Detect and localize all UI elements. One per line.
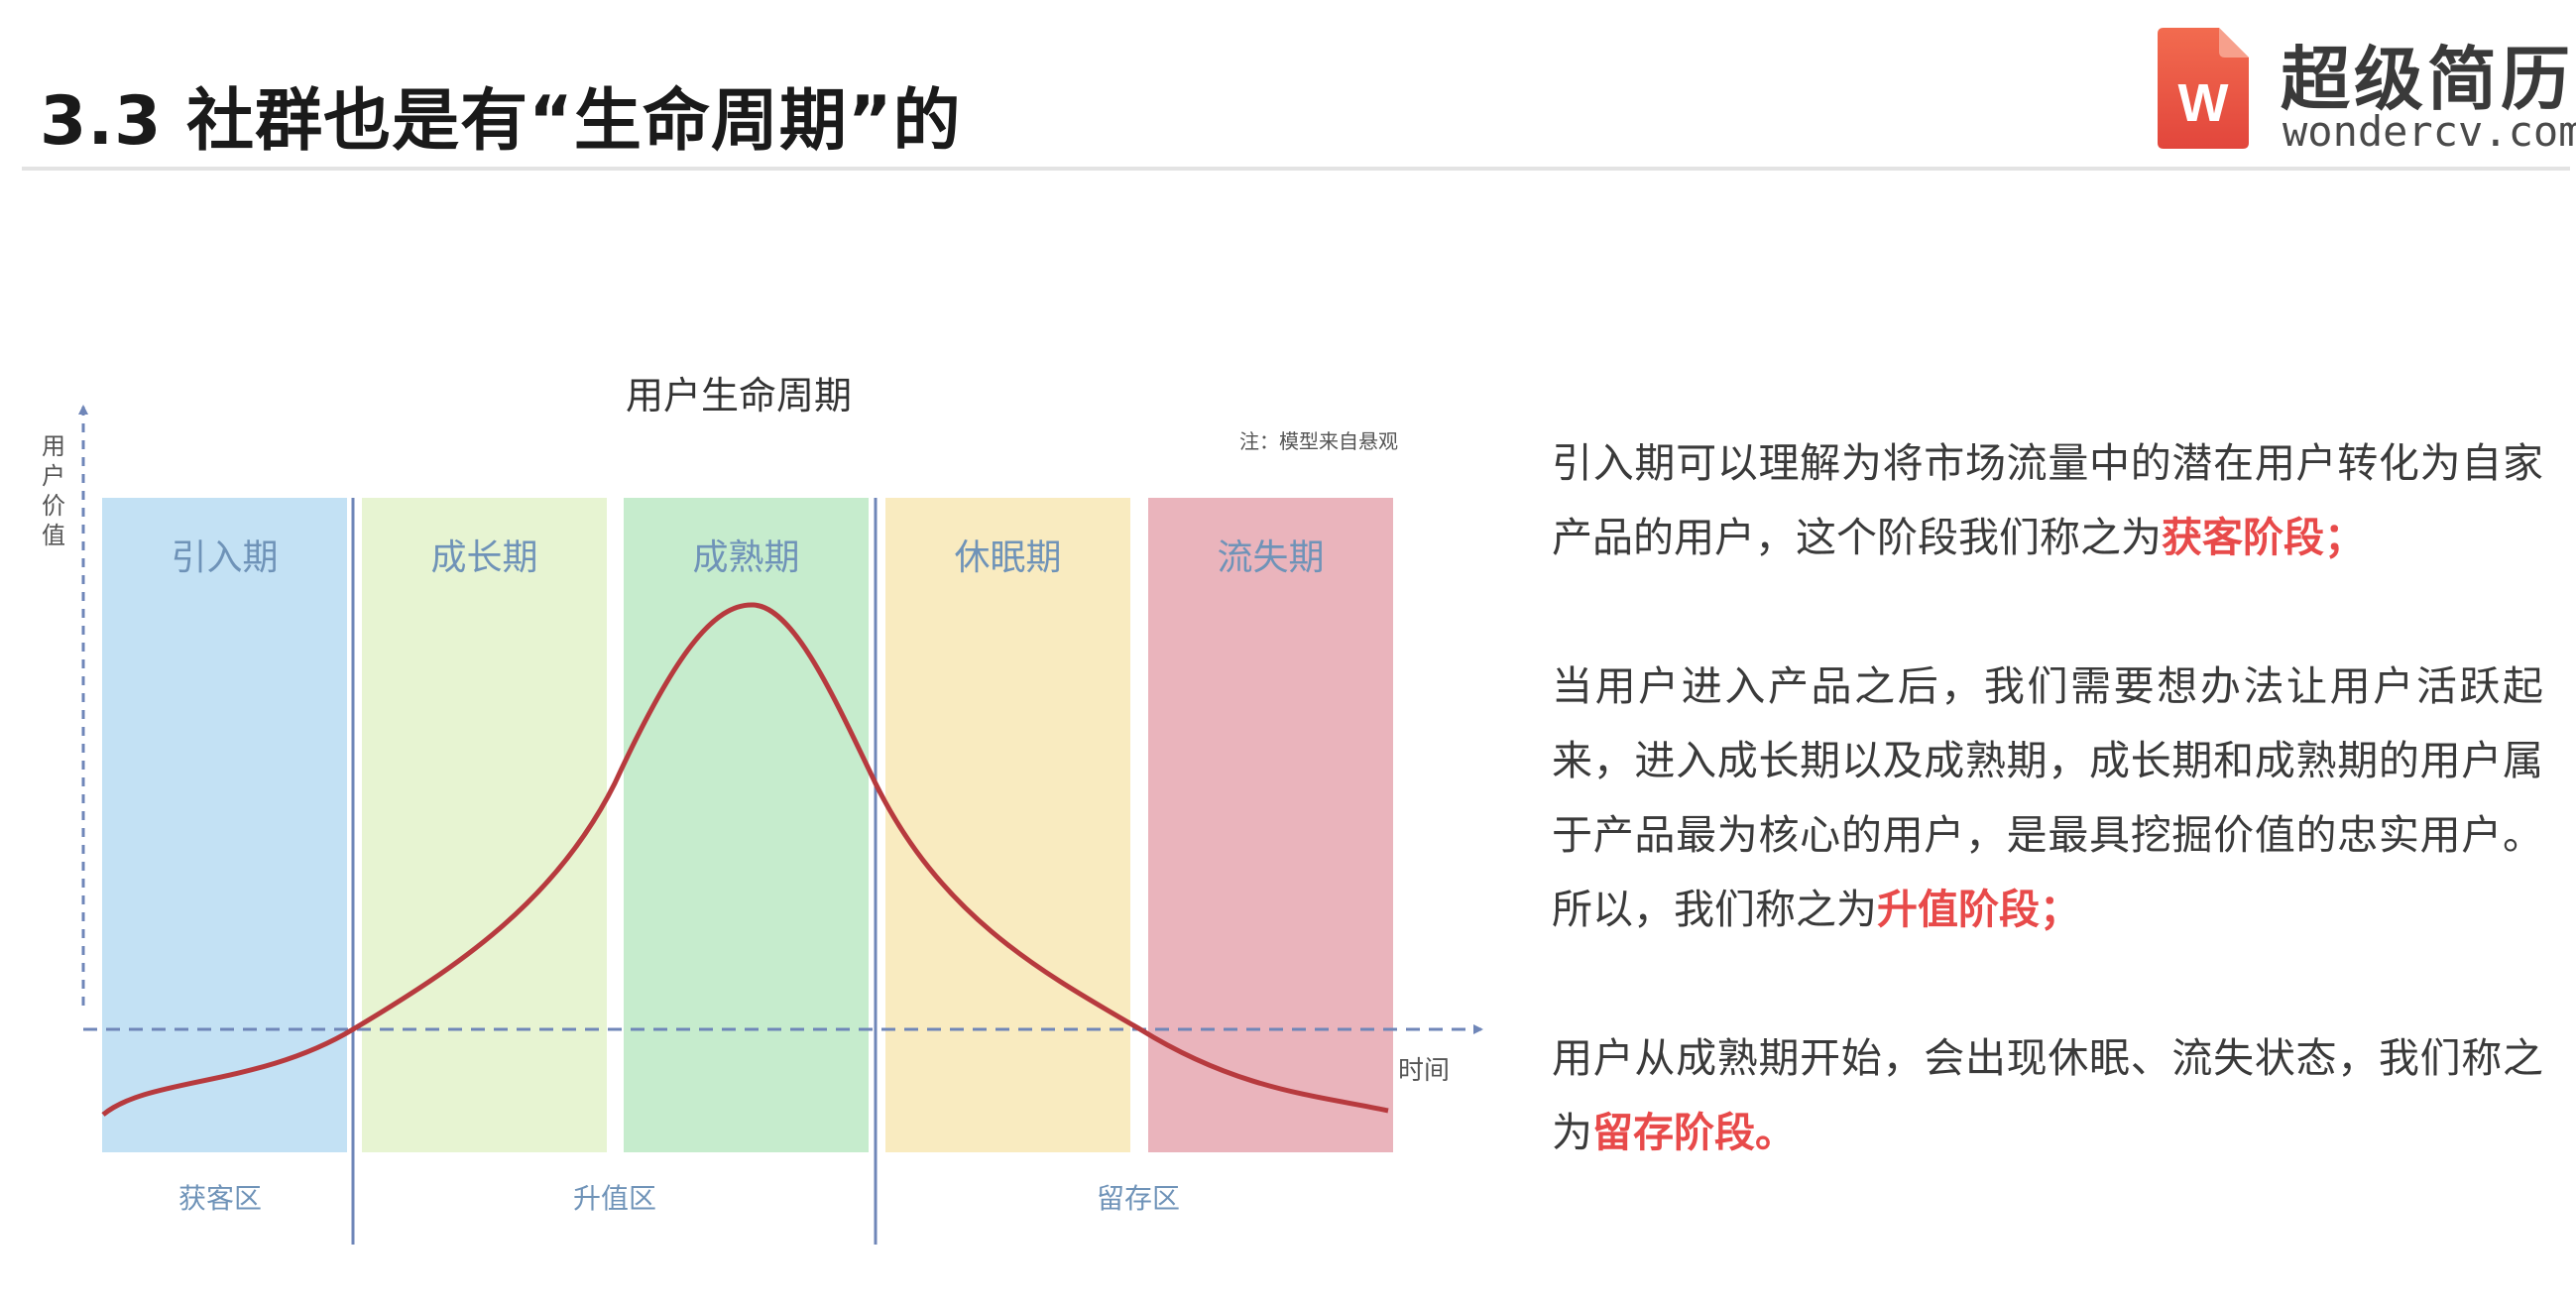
stage-label-4: 休眠期 (954, 537, 1061, 578)
highlight-retention: 留存阶段。 (1592, 1109, 1796, 1156)
wondercv-logo-icon: W (2158, 28, 2249, 149)
paragraph-growth: 当用户进入产品之后，我们需要想办法让用户活跃起来，进入成长期以及成熟期，成长期和… (1552, 650, 2543, 947)
stage-band-2 (362, 498, 607, 1152)
stage-label-5: 流失期 (1217, 537, 1324, 578)
brand-logo: W 超级简历 wondercv.com (2158, 24, 2576, 156)
stage-label-2: 成长期 (430, 537, 537, 578)
x-axis-label: 时间 (1398, 1056, 1450, 1086)
paragraph-text: 引入期可以理解为将市场流量中的潜在用户转化为自家产品的用户，这个阶段我们称之为 (1552, 439, 2543, 561)
paragraph-retention: 用户从成熟期开始，会出现休眠、流失状态，我们称之为留存阶段。 (1552, 1021, 2543, 1170)
y-axis-label-char: 用 (42, 432, 65, 460)
paragraph-introduction: 引入期可以理解为将市场流量中的潜在用户转化为自家产品的用户，这个阶段我们称之为获… (1552, 426, 2543, 575)
description-panel: 引入期可以理解为将市场流量中的潜在用户转化为自家产品的用户，这个阶段我们称之为获… (1552, 426, 2543, 1170)
y-axis-label-char: 值 (42, 522, 65, 549)
user-lifecycle-diagram: 用户生命周期 注：模型来自悬观 引入期 成长期 成熟期 休眠期 流失期 用户价值 时间 … (42, 374, 1483, 1245)
y-axis-label-char: 价 (42, 492, 65, 520)
highlight-appreciation: 升值阶段； (1877, 886, 2080, 933)
stage-band-3 (624, 498, 869, 1152)
logo-mark-letter: W (2178, 73, 2229, 133)
zone-label-growth: 升值区 (573, 1182, 656, 1215)
stage-label-1: 引入期 (171, 537, 278, 578)
diagram-title: 用户生命周期 (626, 374, 852, 417)
y-axis-label: 用户价值 (42, 432, 65, 549)
stage-band-4 (885, 498, 1130, 1152)
stage-band-1 (102, 498, 347, 1152)
logo-domain: wondercv.com (2283, 107, 2576, 156)
zone-label-retention: 留存区 (1097, 1182, 1180, 1215)
diagram-note: 注：模型来自悬观 (1239, 429, 1398, 453)
y-axis-label-char: 户 (42, 462, 65, 490)
stage-label-3: 成熟期 (692, 537, 799, 578)
zone-label-acquisition: 获客区 (178, 1182, 262, 1215)
page-title: 3.3 社群也是有“生命周期”的 (40, 82, 962, 161)
highlight-acquisition: 获客阶段； (2162, 514, 2365, 561)
title-divider (22, 167, 2570, 171)
